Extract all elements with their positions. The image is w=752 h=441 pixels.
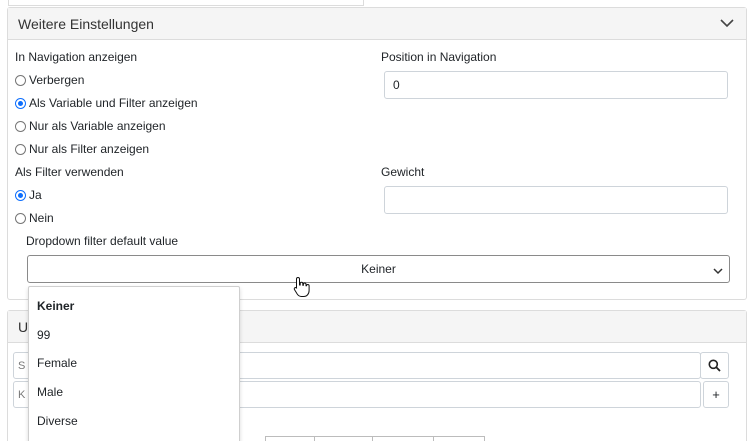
radio-checked-icon[interactable] (15, 189, 26, 201)
table-header-stub (265, 436, 485, 441)
radio-hide[interactable]: Verbergen (15, 73, 84, 87)
dropdown-option[interactable]: Male (29, 378, 239, 407)
radio-icon[interactable] (15, 74, 26, 86)
hand-cursor-icon (293, 276, 310, 297)
dropdown-default-select[interactable]: Keiner (27, 255, 730, 283)
radio-variable-and-filter[interactable]: Als Variable und Filter anzeigen (15, 96, 198, 110)
panel-header[interactable]: Weitere Einstellungen (8, 8, 746, 40)
dropdown-default-label: Dropdown filter default value (26, 234, 179, 248)
radio-icon[interactable] (15, 120, 26, 132)
dropdown-option[interactable]: Female (29, 349, 239, 378)
chevron-down-icon[interactable] (718, 15, 736, 33)
weight-input[interactable] (384, 186, 728, 214)
dropdown-options-list: Keiner 99 Female Male Diverse (28, 286, 240, 441)
position-input[interactable]: 0 (384, 71, 728, 99)
radio-label: Nein (29, 211, 54, 225)
search-icon (708, 359, 721, 372)
add-button[interactable]: + (703, 381, 729, 408)
radio-label: Als Variable und Filter anzeigen (29, 96, 198, 110)
filter-use-label: Als Filter verwenden (15, 165, 124, 179)
radio-yes[interactable]: Ja (15, 188, 42, 202)
select-value: Keiner (361, 262, 396, 276)
radio-label: Verbergen (29, 73, 85, 87)
radio-filter-only[interactable]: Nur als Filter anzeigen (15, 142, 149, 156)
radio-checked-icon[interactable] (15, 97, 26, 109)
radio-no[interactable]: Nein (15, 211, 54, 225)
chevron-down-icon (713, 264, 723, 278)
radio-icon[interactable] (15, 212, 26, 224)
panel-title: Weitere Einstellungen (18, 15, 154, 32)
radio-label: Ja (29, 188, 42, 202)
radio-label: Nur als Filter anzeigen (29, 142, 150, 156)
navigation-label: In Navigation anzeigen (15, 50, 138, 64)
dropdown-option[interactable]: Diverse (29, 406, 239, 435)
add-input-prefix: K (18, 388, 26, 401)
dropdown-option[interactable]: Keiner (29, 292, 239, 321)
radio-variable-only[interactable]: Nur als Variable anzeigen (15, 119, 166, 133)
dropdown-option[interactable]: 99 (29, 321, 239, 350)
previous-panel-edge (8, 0, 364, 6)
radio-icon[interactable] (15, 143, 26, 155)
weight-label: Gewicht (381, 165, 425, 179)
search-input-prefix: S (18, 359, 26, 372)
radio-label: Nur als Variable anzeigen (29, 119, 166, 133)
panel2-title: U (18, 318, 29, 335)
position-label: Position in Navigation (381, 50, 497, 64)
plus-icon: + (712, 387, 720, 402)
search-button[interactable] (700, 352, 729, 379)
